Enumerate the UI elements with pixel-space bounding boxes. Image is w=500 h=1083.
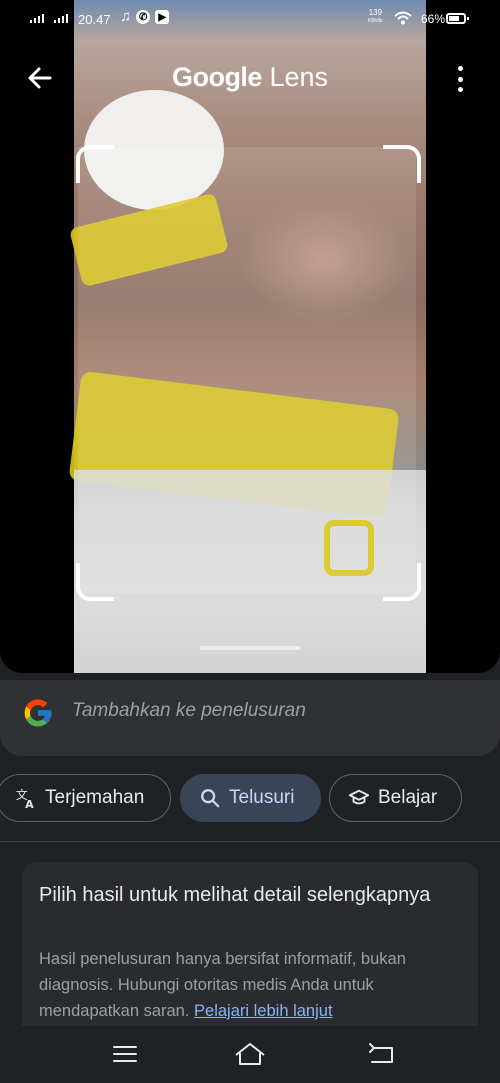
school-icon (348, 789, 370, 805)
crop-handle-bottom-right[interactable] (383, 563, 421, 601)
crop-handle-top-right[interactable] (383, 145, 421, 183)
chip-label: Telusuri (229, 787, 295, 808)
crop-handle-top-left[interactable] (76, 145, 114, 183)
battery-percent: 66% (421, 12, 446, 26)
whatsapp-icon: ✆ (136, 10, 151, 24)
home-icon[interactable] (233, 1040, 267, 1068)
recent-apps-icon[interactable] (108, 1040, 142, 1068)
mode-chip-search[interactable]: Telusuri (180, 774, 321, 822)
camera-viewport (0, 0, 500, 673)
title-product: Lens (269, 62, 329, 92)
mode-chip-learn[interactable]: Belajar (329, 774, 462, 822)
back-nav-icon[interactable] (364, 1040, 398, 1068)
wifi-icon (394, 11, 412, 25)
media-player-icon: ▶ (155, 10, 170, 24)
music-note-icon: ♫ (120, 8, 132, 25)
results-heading: Pilih hasil untuk melihat detail selengk… (39, 884, 431, 906)
signal-icon (30, 14, 44, 23)
learn-more-link[interactable]: Pelajari lebih lanjut (194, 1002, 333, 1020)
chip-label: Belajar (378, 787, 438, 808)
network-speed: 139 KB/dtk (368, 9, 383, 25)
more-options-icon[interactable] (452, 66, 468, 92)
network-speed-unit: KB/dtk (368, 18, 383, 24)
search-input[interactable]: Tambahkan ke penelusuran (72, 700, 306, 722)
results-disclaimer: Hasil penelusuran hanya bersifat informa… (39, 946, 459, 1024)
mode-chip-translate[interactable]: 文 A Terjemahan (0, 774, 171, 822)
app-title: Google Lens (0, 62, 500, 93)
divider (0, 841, 500, 842)
translate-icon: 文 A (16, 788, 34, 809)
notification-icons: ♫ ✆ ▶ (120, 8, 170, 25)
selection-region[interactable] (78, 147, 416, 594)
search-icon (201, 789, 220, 808)
chip-label: Terjemahan (45, 787, 145, 808)
title-brand: Google (171, 62, 263, 92)
crop-handle-bottom-left[interactable] (76, 563, 114, 601)
google-g-icon (24, 699, 52, 727)
sheet-drag-handle[interactable] (200, 646, 300, 650)
network-speed-value: 139 (368, 8, 383, 17)
signal-icon (54, 14, 68, 23)
battery-icon (446, 13, 469, 24)
clock: 20.47 (78, 12, 111, 27)
status-bar: 20.47 ♫ ✆ ▶ 139 KB/dtk 66% (0, 0, 500, 40)
svg-text:A: A (25, 798, 34, 809)
